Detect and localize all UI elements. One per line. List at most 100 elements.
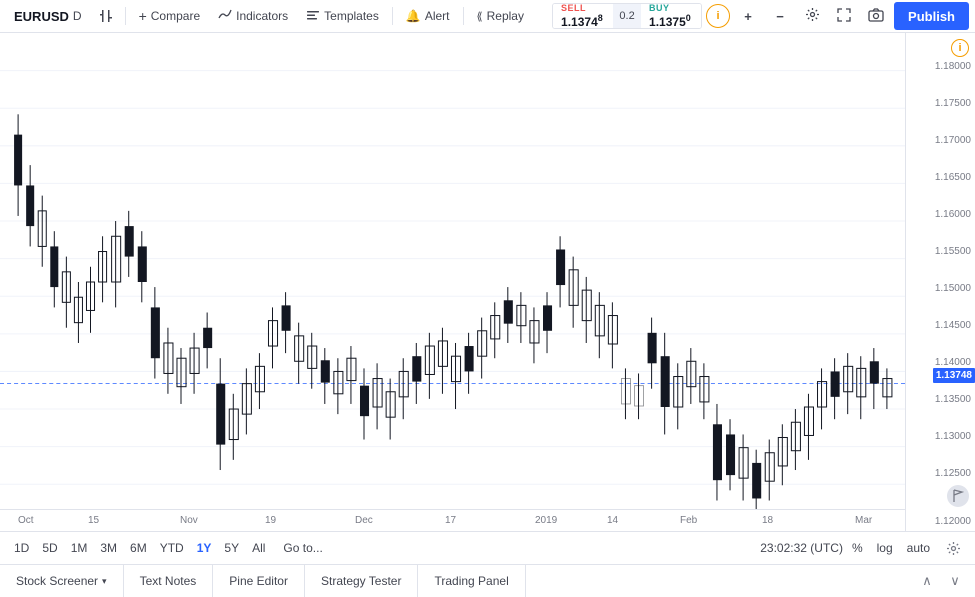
bottom-toolbar: 1D 5D 1M 3M 6M YTD 1Y 5Y All Go to... 23…: [0, 531, 975, 564]
indicators-label: Indicators: [236, 9, 288, 23]
sell-price: 1.13748: [561, 13, 605, 29]
utc-time-display: 23:02:32 (UTC): [760, 541, 843, 555]
publish-button[interactable]: Publish: [894, 2, 969, 30]
tf-3m[interactable]: 3M: [94, 538, 123, 558]
price-1.14500: 1.14500: [935, 320, 971, 331]
alert-label: Alert: [425, 9, 450, 23]
time-axis: Oct 15 Nov 19 Dec 17 2019 14 Feb 18 Mar: [0, 509, 905, 531]
chart-info-icon[interactable]: i: [951, 39, 969, 57]
pine-editor-label: Pine Editor: [229, 574, 288, 588]
compare-button[interactable]: + Compare: [131, 5, 209, 27]
collapse-icon: ∧: [922, 573, 932, 589]
trading-panel-label: Trading Panel: [434, 574, 508, 588]
separator-3: [463, 7, 464, 25]
panel-tab-pine-editor[interactable]: Pine Editor: [213, 565, 305, 597]
tf-ytd[interactable]: YTD: [154, 538, 190, 558]
log-button[interactable]: log: [872, 538, 898, 558]
time-label-15: 15: [88, 515, 99, 526]
templates-label: Templates: [324, 9, 379, 23]
price-1.15500: 1.15500: [935, 246, 971, 257]
fullscreen-icon: [837, 8, 851, 25]
spread-value: 0.2: [619, 10, 634, 22]
goto-button[interactable]: Go to...: [275, 538, 330, 558]
panel-tab-text-notes[interactable]: Text Notes: [124, 565, 214, 597]
tf-all[interactable]: All: [246, 538, 271, 558]
info-button[interactable]: i: [706, 4, 730, 28]
buy-price: 1.13750: [649, 13, 693, 29]
alert-icon: 🔔: [406, 9, 421, 23]
tf-5y[interactable]: 5Y: [218, 538, 245, 558]
fullscreen-button[interactable]: [830, 2, 858, 30]
price-adjust-minus[interactable]: −: [766, 2, 794, 30]
replay-icon: ⟪: [477, 10, 483, 23]
settings-icon: [805, 7, 820, 25]
toolbar-right: SELL 1.13748 0.2 BUY 1.13750 i + −: [552, 2, 969, 30]
panel-tab-strategy-tester[interactable]: Strategy Tester: [305, 565, 418, 597]
time-label-17: 17: [445, 515, 456, 526]
sell-buy-panel[interactable]: SELL 1.13748 0.2 BUY 1.13750: [552, 3, 702, 29]
bar-type-button[interactable]: [92, 2, 120, 30]
info-icon: i: [717, 10, 720, 22]
templates-icon: [306, 8, 320, 25]
time-label-oct: Oct: [18, 515, 34, 526]
main-toolbar: EURUSD D + Compare Indicators: [0, 0, 975, 33]
indicators-icon: [218, 8, 232, 25]
main-area: Oct 15 Nov 19 Dec 17 2019 14 Feb 18 Mar …: [0, 33, 975, 531]
stock-screener-arrow: ▾: [102, 576, 107, 587]
sell-side[interactable]: SELL 1.13748: [553, 4, 613, 28]
time-label-dec: Dec: [355, 515, 373, 526]
price-1.16500: 1.16500: [935, 172, 971, 183]
buy-side[interactable]: BUY 1.13750: [641, 4, 701, 28]
price-1.13500: 1.13500: [935, 394, 971, 405]
log-label: log: [877, 541, 893, 555]
price-1.14000: 1.14000: [935, 357, 971, 368]
indicators-button[interactable]: Indicators: [210, 5, 296, 28]
strategy-tester-label: Strategy Tester: [321, 574, 401, 588]
percent-button[interactable]: %: [847, 538, 868, 558]
templates-button[interactable]: Templates: [298, 5, 387, 28]
price-adjust-plus[interactable]: +: [734, 2, 762, 30]
time-label-feb: Feb: [680, 515, 697, 526]
percent-label: %: [852, 541, 863, 555]
chart-svg: [0, 33, 905, 531]
flag-button[interactable]: [947, 485, 969, 507]
chart-container[interactable]: Oct 15 Nov 19 Dec 17 2019 14 Feb 18 Mar: [0, 33, 905, 531]
settings-button[interactable]: [798, 2, 826, 30]
chart-settings-icon: [946, 541, 961, 556]
tf-1d[interactable]: 1D: [8, 538, 35, 558]
compare-icon: +: [139, 8, 147, 24]
panel-collapse-button[interactable]: ∧: [915, 569, 939, 593]
alert-button[interactable]: 🔔 Alert: [398, 6, 458, 26]
auto-button[interactable]: auto: [902, 538, 935, 558]
price-1.12500: 1.12500: [935, 468, 971, 479]
current-price-value: 1.13748: [936, 370, 972, 381]
camera-button[interactable]: [862, 2, 890, 30]
flag-icon: [952, 489, 964, 503]
tf-6m[interactable]: 6M: [124, 538, 153, 558]
time-label-18: 18: [762, 515, 773, 526]
buy-label: BUY: [649, 3, 693, 13]
price-1.18000: 1.18000: [935, 61, 971, 72]
price-1.15000: 1.15000: [935, 283, 971, 294]
stock-screener-label: Stock Screener: [16, 574, 98, 588]
time-label-19: 19: [265, 515, 276, 526]
tf-5d[interactable]: 5D: [36, 538, 63, 558]
timeframe-group: 1D 5D 1M 3M 6M YTD 1Y 5Y All: [8, 538, 271, 558]
symbol-label: EURUSD: [14, 9, 69, 24]
bottom-panel: Stock Screener ▾ Text Notes Pine Editor …: [0, 564, 975, 597]
replay-button[interactable]: ⟪ Replay: [469, 6, 532, 26]
price-1.17000: 1.17000: [935, 135, 971, 146]
price-1.17500: 1.17500: [935, 98, 971, 109]
symbol-display[interactable]: EURUSD D: [6, 6, 90, 27]
price-1.13000: 1.13000: [935, 431, 971, 442]
panel-tab-trading-panel[interactable]: Trading Panel: [418, 565, 525, 597]
tf-1y[interactable]: 1Y: [191, 538, 218, 558]
time-label-14: 14: [607, 515, 618, 526]
chart-settings-button[interactable]: [939, 534, 967, 562]
panel-tab-stock-screener[interactable]: Stock Screener ▾: [0, 565, 124, 597]
panel-close-button[interactable]: ∨: [943, 569, 967, 593]
close-icon: ∨: [950, 573, 960, 589]
tf-1m[interactable]: 1M: [65, 538, 94, 558]
time-label-2019: 2019: [535, 515, 557, 526]
camera-icon: [868, 8, 884, 25]
